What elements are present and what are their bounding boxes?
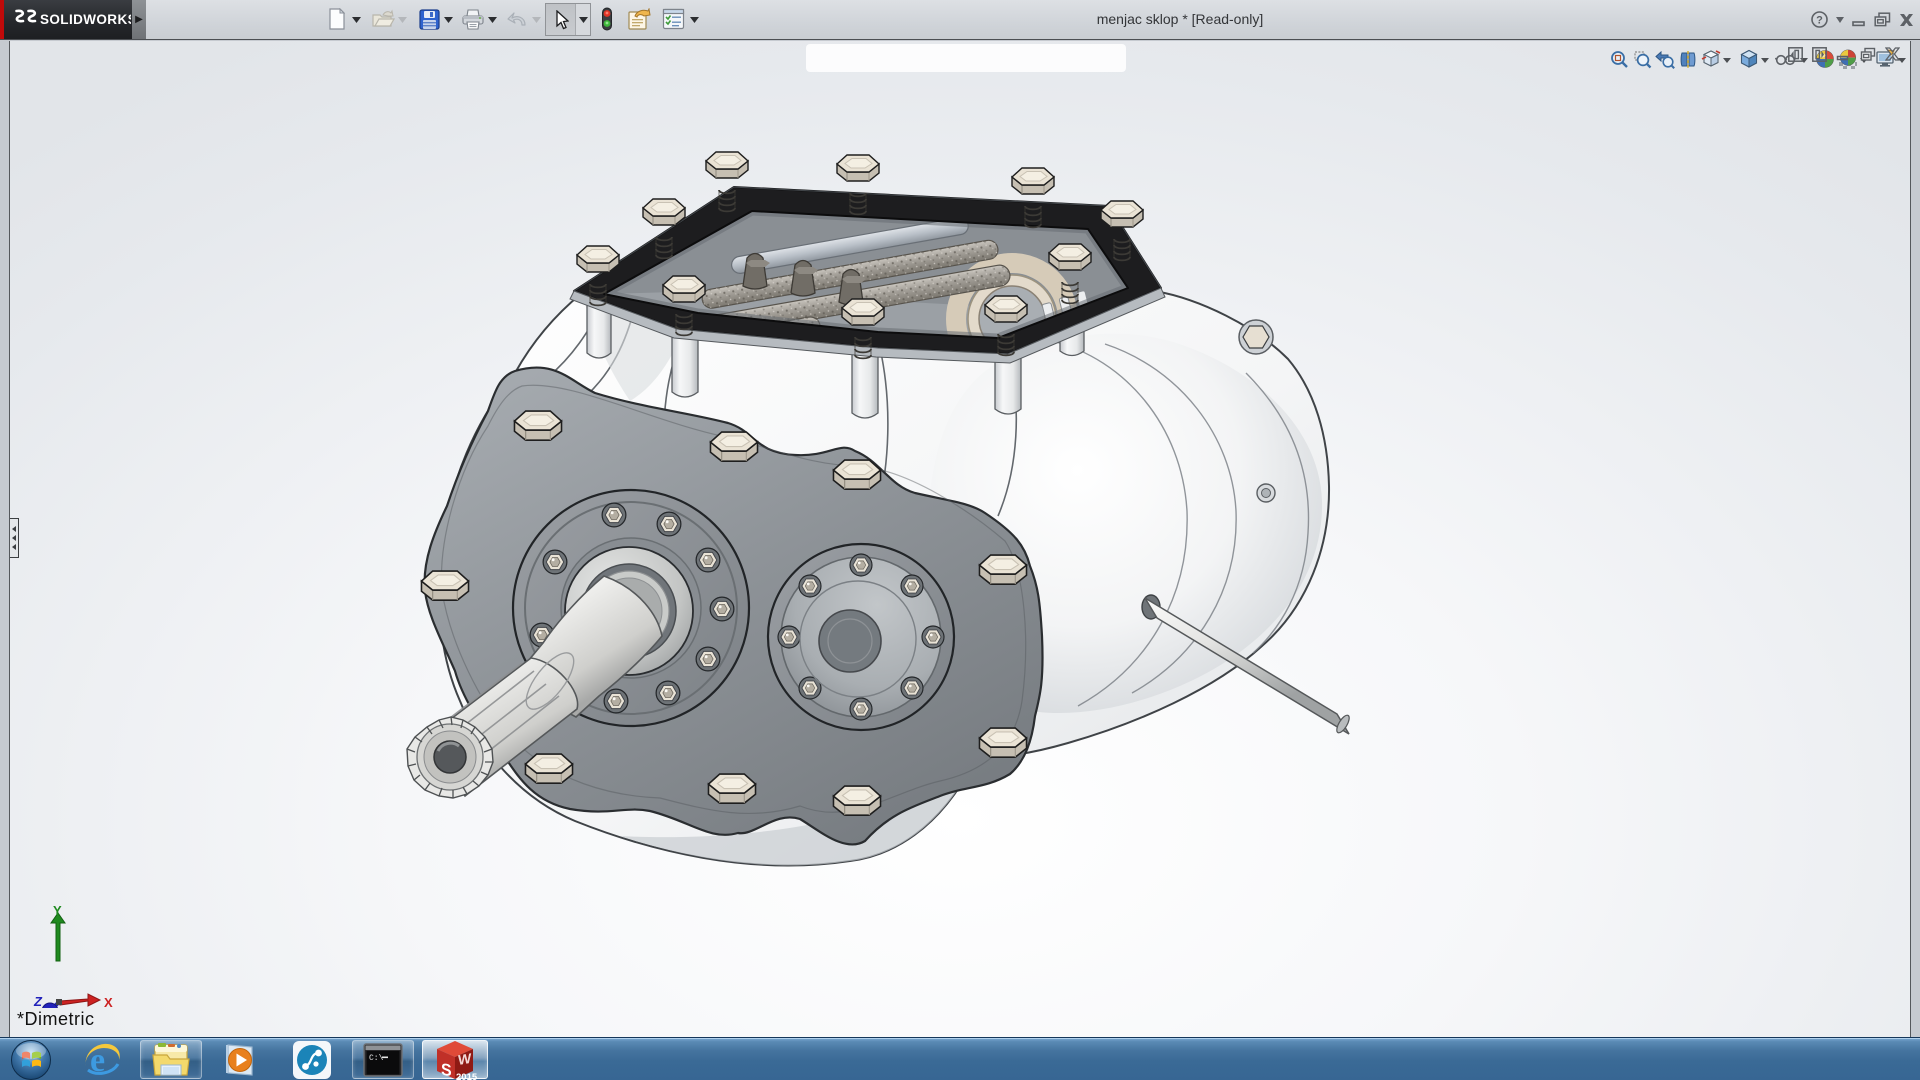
expand-right-pane-icon[interactable] [1812, 47, 1827, 62]
properties-icon [627, 8, 651, 31]
doc-close-icon[interactable] [1885, 47, 1900, 61]
previous-view-icon [1655, 50, 1675, 69]
reference-triad: Y X Z [20, 903, 130, 1008]
help-icon: ? [1811, 11, 1828, 28]
triad-z-axis: Z [33, 994, 58, 1008]
options-list-button[interactable] [658, 4, 688, 34]
open-button[interactable] [368, 4, 398, 34]
triad-x-label: X [104, 995, 113, 1008]
titlebar: SOLIDWORKS ▶ [0, 0, 1920, 40]
display-style-caret[interactable] [1760, 56, 1769, 65]
doc-restore-icon[interactable] [1860, 47, 1876, 62]
zoom-to-area-button[interactable] [1631, 48, 1653, 70]
options-list-caret[interactable] [688, 14, 700, 26]
document-window-controls [1788, 47, 1900, 62]
window-title: menjac sklop * [Read-only] [1000, 11, 1360, 27]
taskbar-media-player[interactable] [214, 1040, 266, 1079]
display-style-button[interactable] [1738, 48, 1760, 70]
svg-text:C:\: C:\ [369, 1054, 384, 1063]
select-tool-group [545, 3, 591, 36]
triad-y-axis: Y [51, 903, 65, 961]
close-button[interactable] [1899, 13, 1914, 27]
view-orientation-icon [1701, 49, 1721, 69]
undo-button[interactable] [502, 4, 532, 34]
headsup-toolbar [806, 44, 1126, 72]
triad-z-label: Z [33, 994, 43, 1008]
zoom-to-fit-icon [1610, 50, 1629, 69]
help-button[interactable]: ? [1811, 11, 1828, 28]
window-controls: ? [1811, 0, 1914, 39]
open-caret[interactable] [396, 14, 408, 26]
svg-text:?: ? [1816, 14, 1823, 26]
properties-button[interactable] [624, 4, 654, 34]
taskbar: e [0, 1037, 1920, 1080]
solidworks-window: SOLIDWORKS ▶ [0, 0, 1920, 1080]
close-icon [1899, 13, 1914, 27]
save-button[interactable] [414, 4, 444, 34]
gearbox-model[interactable] [10, 41, 1911, 1037]
start-button[interactable] [8, 1040, 54, 1079]
collapse-left-pane-icon[interactable] [1788, 47, 1803, 62]
select-cursor-icon [553, 10, 569, 30]
traffic-light-button[interactable] [592, 4, 622, 34]
minimize-button[interactable] [1852, 13, 1866, 27]
menu-expand-arrow[interactable]: ▶ [132, 0, 146, 39]
solidworks-logo-icon: SOLIDWORKS [13, 7, 131, 33]
feature-tree-collapsed-tab[interactable] [9, 518, 19, 558]
new-document-button[interactable] [322, 4, 352, 34]
open-icon [371, 9, 395, 29]
section-view-icon [1679, 50, 1697, 69]
taskbar-command-prompt[interactable]: C:\ [352, 1040, 414, 1079]
share-app-icon [292, 1040, 332, 1080]
sw-letter-s: S [441, 1060, 452, 1080]
taskbar-internet-explorer[interactable]: e [76, 1040, 128, 1079]
zoom-to-fit-button[interactable] [1608, 48, 1630, 70]
taskbar-share-app[interactable] [284, 1040, 340, 1079]
undo-icon [505, 9, 529, 29]
sw-badge: 2015 [456, 1072, 477, 1080]
internet-explorer-icon: e [82, 1040, 122, 1080]
windows-explorer-icon [151, 1041, 191, 1079]
command-prompt-icon: C:\ [362, 1042, 404, 1078]
taskbar-windows-explorer[interactable] [140, 1040, 202, 1079]
print-caret[interactable] [486, 14, 498, 26]
print-icon [461, 8, 485, 30]
restore-icon [1874, 12, 1891, 27]
display-style-icon [1739, 49, 1759, 69]
previous-view-button[interactable] [1654, 48, 1676, 70]
solidworks-logo-text: SOLIDWORKS [40, 12, 131, 27]
solidworks-app-icon: S W 2015 [433, 1039, 477, 1080]
traffic-light-icon [601, 7, 613, 31]
new-document-caret[interactable] [350, 14, 362, 26]
triad-x-axis: X [60, 994, 113, 1008]
save-caret[interactable] [442, 14, 454, 26]
doc-minimize-icon[interactable] [1836, 47, 1851, 62]
print-button[interactable] [458, 4, 488, 34]
view-orientation-label: *Dimetric [17, 1009, 95, 1030]
graphics-area[interactable]: Y X Z *Dimetric [9, 41, 1911, 1037]
undo-caret[interactable] [530, 14, 542, 26]
new-document-icon [327, 8, 347, 30]
view-orientation-button[interactable] [1700, 48, 1722, 70]
restore-button[interactable] [1874, 12, 1891, 27]
save-icon [419, 9, 440, 30]
zoom-to-area-icon [1633, 50, 1652, 69]
view-orientation-caret[interactable] [1722, 56, 1731, 65]
minimize-icon [1852, 13, 1866, 27]
side-cover-flange[interactable] [768, 544, 954, 730]
sw-letter-w: W [458, 1049, 472, 1067]
taskbar-solidworks[interactable]: S W 2015 [422, 1040, 488, 1079]
windows-start-icon [10, 1039, 52, 1080]
solidworks-logo: SOLIDWORKS [4, 0, 132, 39]
select-tool-button[interactable] [546, 4, 576, 35]
options-list-icon [662, 8, 685, 30]
section-view-button[interactable] [1677, 48, 1699, 70]
media-player-icon [221, 1041, 259, 1079]
select-tool-caret[interactable] [576, 4, 590, 35]
triad-y-label: Y [53, 903, 62, 918]
help-caret[interactable] [1836, 17, 1844, 23]
